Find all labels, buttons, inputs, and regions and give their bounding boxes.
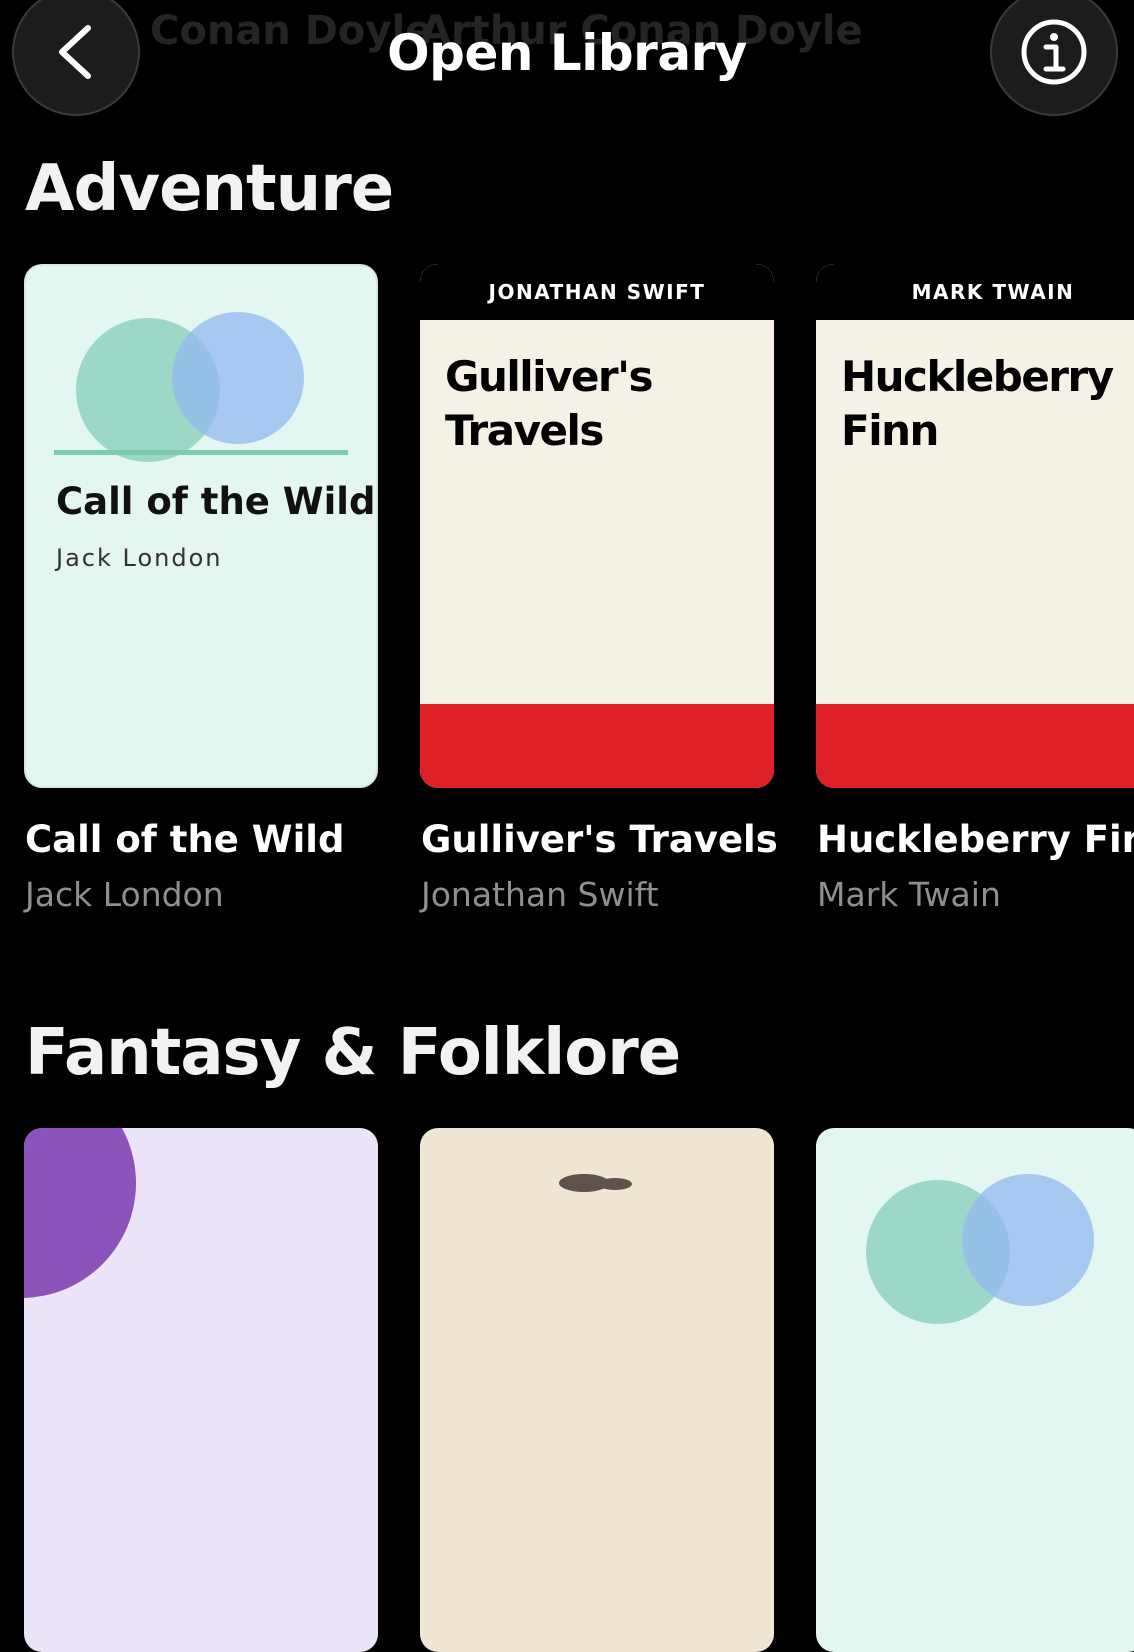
- book-author: Mark Twain: [817, 875, 1001, 914]
- cover-red-band: [420, 704, 774, 788]
- cover-title: Gulliver's Travels: [445, 352, 654, 455]
- book-title[interactable]: Huckleberry Finn: [817, 818, 1134, 861]
- book-author: Jack London: [25, 875, 224, 914]
- cover-circle-blue: [172, 312, 304, 444]
- nav-bar: Conan Doyle Arthur Conan Doyle Open Libr…: [0, 0, 1134, 130]
- book-cover-huckleberry-finn[interactable]: MARK TWAIN Huckleberry Finn: [816, 264, 1134, 788]
- book-title[interactable]: Call of the Wild: [25, 818, 344, 861]
- cover-divider: [54, 450, 348, 455]
- cover-author-banner: JONATHAN SWIFT: [420, 264, 774, 320]
- cover-stone-shape: [598, 1178, 632, 1190]
- info-circle-icon: [1021, 19, 1087, 85]
- book-author: Jonathan Swift: [421, 875, 659, 914]
- cover-title: Huckleberry Finn: [841, 352, 1114, 455]
- book-cover-gullivers-travels[interactable]: JONATHAN SWIFT Gulliver's Travels: [420, 264, 774, 788]
- cover-purple-circle: [24, 1128, 136, 1298]
- book-title[interactable]: Gulliver's Travels: [421, 818, 778, 861]
- cover-circle-blue: [962, 1174, 1094, 1306]
- book-cover[interactable]: [24, 1128, 378, 1652]
- section-title-adventure: Adventure: [25, 152, 394, 226]
- book-cover[interactable]: [420, 1128, 774, 1652]
- page-title: Open Library: [387, 24, 747, 82]
- book-cover-call-of-the-wild[interactable]: Call of the Wild Jack London: [24, 264, 378, 788]
- info-button[interactable]: [990, 0, 1118, 116]
- cover-red-band: [816, 704, 1134, 788]
- cover-author: Jack London: [56, 544, 223, 572]
- book-cover[interactable]: [816, 1128, 1134, 1652]
- cover-author-banner: MARK TWAIN: [816, 264, 1134, 320]
- section-title-fantasy-folklore: Fantasy & Folklore: [25, 1016, 681, 1090]
- cover-title: Call of the Wild: [56, 480, 376, 523]
